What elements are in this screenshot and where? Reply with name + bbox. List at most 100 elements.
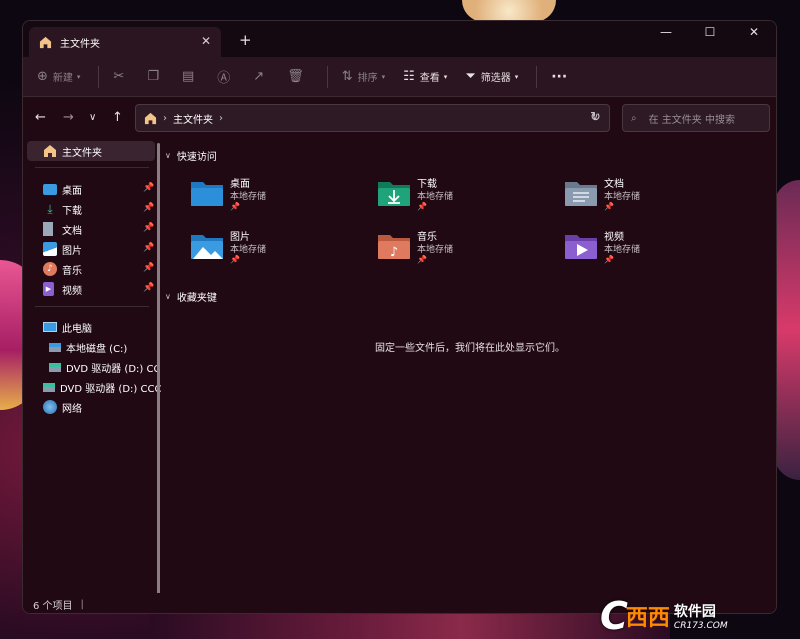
sidebar-item-label: 网络 <box>62 403 82 415</box>
network-icon <box>43 400 57 414</box>
navigation-pane: 主文件夹 桌面 📌 ⤓ 下载 📌 文档 📌 图片 📌 ♪ 音乐 📌 ▶ 视频 📌… <box>23 141 161 593</box>
music-folder-icon[interactable]: ♪ <box>376 231 412 261</box>
sidebar-item-label: 主文件夹 <box>62 147 102 159</box>
view-icon: ☷ <box>403 69 415 84</box>
sidebar-item-videos[interactable]: ▶ 视频 📌 <box>43 279 157 299</box>
more-icon: ··· <box>551 68 568 85</box>
sort-label: 排序 <box>357 73 378 84</box>
divider <box>35 167 149 168</box>
maximize-button[interactable]: ☐ <box>688 21 732 45</box>
separator <box>536 65 538 88</box>
sidebar-item-downloads[interactable]: ⤓ 下载 📌 <box>43 199 157 219</box>
sidebar-item-network[interactable]: 网络 <box>43 397 82 417</box>
sidebar-item-this-pc[interactable]: 此电脑 <box>43 317 92 337</box>
delete-button[interactable]: 🗑 <box>287 69 309 84</box>
more-button[interactable]: ··· <box>551 69 567 85</box>
rename-button[interactable]: Ⓐ <box>217 67 235 86</box>
chevron-down-icon: ▾ <box>514 72 519 81</box>
desktop-folder-icon[interactable] <box>189 178 225 208</box>
copy-icon: ❐ <box>147 69 159 84</box>
new-tab-button[interactable]: + <box>239 31 252 49</box>
separator <box>98 65 100 88</box>
paste-button[interactable]: ▤ <box>182 69 199 84</box>
section-title: 收藏夹键 <box>176 293 217 304</box>
desktop-icon <box>43 183 57 195</box>
pin-icon: 📌 <box>604 255 614 264</box>
sidebar-scrollbar[interactable] <box>157 143 160 595</box>
breadcrumb-chevron-icon[interactable]: › <box>219 113 223 124</box>
downloads-folder-icon[interactable] <box>376 178 412 208</box>
watermark-xx: 西西 <box>625 605 670 631</box>
breadcrumb-home[interactable]: 主文件夹 <box>173 111 213 126</box>
divider <box>35 306 149 307</box>
computer-icon <box>43 322 57 332</box>
sidebar-item-music[interactable]: ♪ 音乐 📌 <box>43 259 157 279</box>
tab-title: 主文件夹 <box>60 38 100 50</box>
view-button[interactable]: ☷ 查看 ▾ <box>403 69 447 84</box>
share-button[interactable]: ↗ <box>253 69 269 84</box>
tab-home[interactable]: 主文件夹 ✕ <box>29 27 221 57</box>
folder-location: 本地存储 <box>417 245 454 255</box>
folder-name[interactable]: 桌面 <box>230 175 250 190</box>
sidebar-item-desktop[interactable]: 桌面 📌 <box>43 179 157 199</box>
section-quick-access[interactable]: ∨ 快速访问 <box>165 148 217 163</box>
documents-folder-icon[interactable] <box>563 178 599 208</box>
forward-button[interactable]: → <box>63 110 74 125</box>
item-count: 6 个项目 <box>33 600 73 612</box>
home-icon <box>44 145 56 157</box>
pin-icon: 📌 <box>143 203 155 213</box>
sidebar-item-label: 图片 <box>62 245 82 257</box>
pin-icon: 📌 <box>604 202 614 211</box>
sort-button[interactable]: ⇅ 排序 ▾ <box>342 69 385 84</box>
sidebar-item-label: DVD 驱动器 (D:) CCC <box>60 383 162 395</box>
dvd-drive-icon <box>49 362 61 372</box>
sidebar-item-drive-c[interactable]: 本地磁盘 (C:) <box>49 337 127 357</box>
caption-buttons: — ☐ ✕ <box>644 21 776 45</box>
folder-name[interactable]: 文档 <box>604 175 624 190</box>
pin-icon: 📌 <box>143 183 155 193</box>
pictures-folder-icon[interactable] <box>189 231 225 261</box>
sidebar-item-label: DVD 驱动器 (D:) CC <box>66 363 161 375</box>
address-bar[interactable]: › 主文件夹 › ∨ <box>135 104 610 132</box>
folder-location: 本地存储 <box>417 192 454 202</box>
sidebar-item-label: 下载 <box>62 205 82 217</box>
cut-button[interactable]: ✂ <box>113 69 129 84</box>
search-placeholder: 在 主文件夹 中搜索 <box>648 114 735 126</box>
sidebar-item-label: 视频 <box>62 285 82 297</box>
recent-locations-button[interactable]: ∨ <box>89 112 96 123</box>
sidebar-item-home[interactable]: 主文件夹 <box>43 141 102 161</box>
wallpaper-shape <box>150 613 670 639</box>
videos-folder-icon[interactable] <box>563 231 599 261</box>
tab-close-button[interactable]: ✕ <box>201 34 211 48</box>
section-favorites[interactable]: ∨ 收藏夹键 <box>165 289 217 304</box>
minimize-button[interactable]: — <box>644 21 688 45</box>
folder-name[interactable]: 音乐 <box>417 228 437 243</box>
wallpaper-shape <box>774 180 800 480</box>
sidebar-item-documents[interactable]: 文档 📌 <box>43 219 157 239</box>
filter-button[interactable]: ⏷ 筛选器 ▾ <box>465 69 518 84</box>
chevron-down-icon: ▾ <box>76 72 81 81</box>
sidebar-item-label: 音乐 <box>62 265 82 277</box>
folder-name[interactable]: 下载 <box>417 175 437 190</box>
download-icon: ⤓ <box>47 202 53 216</box>
pin-icon: 📌 <box>230 202 240 211</box>
folder-name[interactable]: 图片 <box>230 228 250 243</box>
pin-icon: 📌 <box>143 283 155 293</box>
command-bar: ⊕ 新建 ▾ ✂ ❐ ▤ Ⓐ ↗ 🗑 ⇅ 排序 ▾ ☷ 查看 ▾ ⏷ 筛选器 ▾ ··· <box>23 57 776 97</box>
pin-icon: 📌 <box>143 243 155 253</box>
sidebar-item-dvd[interactable]: DVD 驱动器 (D:) CCC <box>43 377 161 397</box>
sidebar-item-drive-d[interactable]: DVD 驱动器 (D:) CC <box>49 357 160 377</box>
folder-location: 本地存储 <box>230 192 267 202</box>
back-button[interactable]: ← <box>35 110 46 125</box>
new-label: 新建 <box>52 73 73 84</box>
copy-button[interactable]: ❐ <box>147 69 164 84</box>
folder-name[interactable]: 视频 <box>604 228 624 243</box>
rename-icon: Ⓐ <box>217 71 231 86</box>
new-button[interactable]: ⊕ 新建 ▾ <box>37 69 80 84</box>
up-button[interactable]: ↑ <box>112 110 123 125</box>
search-box[interactable]: ⌕ 在 主文件夹 中搜索 <box>622 104 770 132</box>
close-button[interactable]: ✕ <box>732 21 776 45</box>
pin-icon: 📌 <box>143 223 155 233</box>
sidebar-item-pictures[interactable]: 图片 📌 <box>43 239 157 259</box>
refresh-button[interactable]: ↻ <box>590 110 601 125</box>
